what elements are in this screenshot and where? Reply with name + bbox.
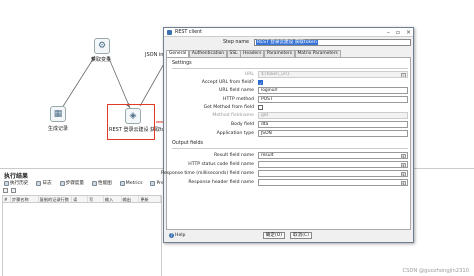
- divider: [172, 68, 408, 69]
- http-status-field-input[interactable]: $: [258, 161, 408, 168]
- app-icon: [167, 29, 172, 35]
- tab-exec-history[interactable]: 执行历史: [2, 180, 30, 186]
- body-field-label: Body field: [231, 122, 254, 127]
- column-header: 输入: [104, 196, 122, 202]
- stepname-value: REST 登录云建设 获取token: [256, 40, 318, 45]
- log-icon: [36, 180, 42, 186]
- column-header: 更新: [139, 196, 162, 202]
- variable-icon: $: [401, 153, 406, 159]
- column-header: 写: [88, 196, 104, 202]
- method-fieldname-select[interactable]: get: [258, 112, 408, 119]
- preview-icon: [150, 180, 156, 186]
- http-method-select[interactable]: POST: [258, 96, 408, 103]
- history-icon: [4, 180, 9, 186]
- dialog-tabs: General Authentication SSL Headers Param…: [166, 50, 341, 57]
- url-field-name-label: URL field name: [219, 88, 254, 93]
- close-icon[interactable]: ×: [406, 29, 411, 36]
- grid-icon: ▦: [53, 108, 63, 119]
- url-field-name-select[interactable]: loginurl: [258, 87, 408, 94]
- table-header: # 步骤名称 复制的记录行数 读 写 输入 输出 更新: [3, 196, 162, 203]
- stepname-input[interactable]: REST 登录云建设 获取token: [254, 39, 411, 46]
- divider: [172, 148, 408, 149]
- gear-icon: ⚙: [97, 40, 107, 51]
- minimize-icon[interactable]: –: [387, 29, 390, 36]
- column-header: #: [3, 196, 11, 202]
- tab-log[interactable]: 日志: [34, 180, 53, 186]
- exec-tabs: 执行历史 日志 步骤度量 性能图 Metrics Preview data: [2, 179, 188, 187]
- column-header: 步骤名称: [11, 196, 39, 202]
- response-header-field-input[interactable]: $: [258, 179, 408, 186]
- refresh-icon[interactable]: [3, 188, 8, 193]
- step-label-generate-records: 生成记录: [48, 126, 69, 132]
- settings-section-title: Settings: [172, 61, 192, 66]
- output-section-title: Output fields: [172, 141, 204, 146]
- dialog-title: REST client: [175, 29, 203, 35]
- tab-ssl[interactable]: SSL: [226, 50, 241, 57]
- url-input[interactable]: ${token_url} $: [258, 71, 408, 78]
- result-field-input[interactable]: result $: [258, 152, 408, 159]
- step-label-get-variables: 获取变量: [91, 57, 112, 63]
- metrics-icon: [59, 180, 65, 186]
- response-time-field-input[interactable]: $: [258, 170, 408, 177]
- url-label: URL: [244, 72, 254, 77]
- application-type-label: Application type: [216, 131, 254, 136]
- tab-matrix-parameters[interactable]: Matrix Parameters: [294, 50, 341, 57]
- tab-authentication[interactable]: Authentication: [188, 50, 228, 57]
- maximize-icon[interactable]: ▫: [396, 29, 400, 36]
- application-type-select[interactable]: JSON: [258, 130, 408, 137]
- step-get-variables[interactable]: ⚙: [94, 38, 110, 54]
- column-header: 复制的记录行数: [39, 196, 73, 202]
- http-status-field-label: HTTP status code field name: [188, 162, 254, 167]
- response-header-field-label: Response header field name: [188, 180, 254, 185]
- dialog-titlebar[interactable]: REST client – ▫ ×: [164, 28, 413, 37]
- metrics-icon: [119, 180, 125, 186]
- stepname-label: Step name: [222, 40, 249, 45]
- result-field-label: Result field name: [213, 153, 254, 158]
- body-field-select[interactable]: dta: [258, 121, 408, 128]
- response-time-field-label: Response time (milliseconds) field name: [160, 171, 254, 176]
- general-tab-content: Settings URL ${token_url} $ Accept URL fr…: [161, 57, 411, 230]
- filter-icon[interactable]: [11, 188, 16, 193]
- help-button[interactable]: ? Help: [169, 232, 185, 239]
- tab-headers[interactable]: Headers: [240, 50, 265, 57]
- tab-metrics[interactable]: Metrics: [118, 180, 145, 186]
- column-header: 读: [72, 196, 88, 202]
- get-method-label: Get Method from field: [203, 105, 254, 110]
- tab-parameters[interactable]: Parameters: [263, 50, 295, 57]
- get-method-checkbox[interactable]: [258, 105, 263, 110]
- cancel-button[interactable]: 取消(C): [290, 232, 312, 239]
- tab-general[interactable]: General: [166, 50, 190, 57]
- http-method-label: HTTP method: [223, 97, 254, 102]
- window-controls: – ▫ ×: [387, 29, 411, 36]
- method-fieldname-label: Method fieldname: [212, 113, 254, 118]
- variable-icon: $: [401, 72, 406, 78]
- variable-icon: $: [401, 162, 406, 168]
- stepname-row: Step name REST 登录云建设 获取token: [164, 39, 413, 47]
- selection-highlight: [107, 104, 155, 140]
- variable-icon: $: [401, 171, 406, 177]
- exec-sub-toolbar: [3, 188, 16, 193]
- step-generate-records[interactable]: ▦: [50, 106, 66, 122]
- dialog-button-row: ? Help 确定(O) 取消(C): [164, 232, 413, 242]
- help-icon: ?: [169, 233, 174, 238]
- rest-client-dialog: REST client – ▫ × Step name REST 登录云建设 获…: [161, 27, 414, 243]
- accept-url-checkbox[interactable]: ✓: [258, 80, 263, 86]
- watermark: CSDN @guozhongjin2310: [402, 268, 469, 274]
- chart-icon: [91, 180, 97, 186]
- step-metrics-table: # 步骤名称 复制的记录行数 读 写 输入 输出 更新: [2, 195, 162, 276]
- ok-button[interactable]: 确定(O): [263, 232, 285, 239]
- tab-step-metrics[interactable]: 步骤度量: [58, 180, 86, 186]
- tab-perf-chart[interactable]: 性能图: [90, 180, 114, 186]
- table-body: [3, 203, 161, 276]
- column-header: 输出: [122, 196, 140, 202]
- accept-url-label: Accept URL from field?: [201, 80, 254, 85]
- variable-icon: $: [401, 180, 406, 186]
